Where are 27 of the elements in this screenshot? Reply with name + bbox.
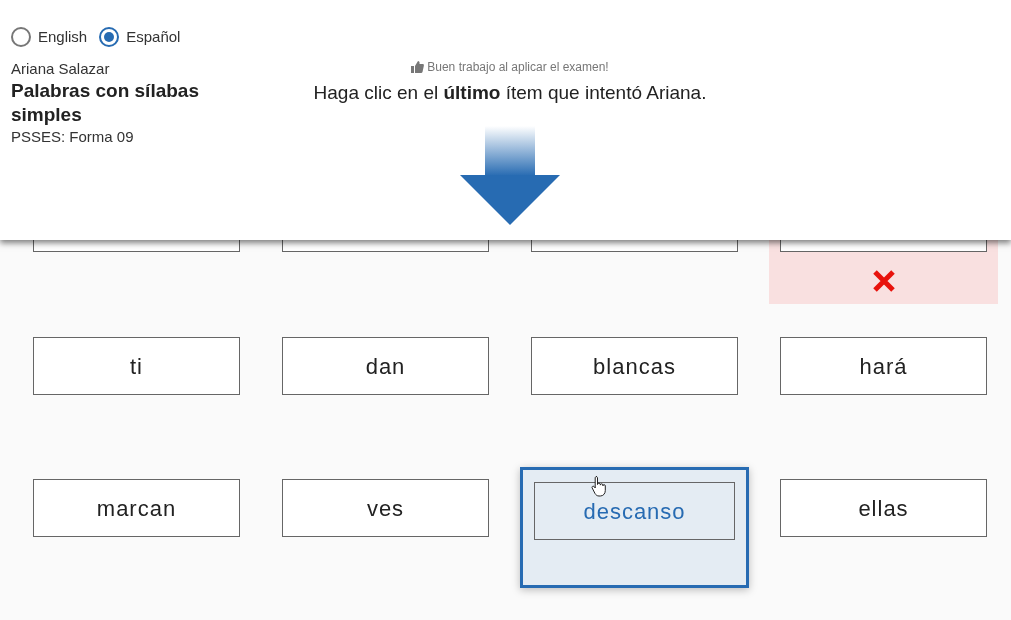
selected-cell[interactable]: descanso bbox=[520, 467, 749, 588]
word-card[interactable]: dan bbox=[282, 337, 489, 395]
test-title: Palabras con sílabas simples bbox=[11, 79, 200, 127]
student-name: Ariana Salazar bbox=[11, 59, 111, 79]
word-card[interactable] bbox=[33, 240, 240, 252]
x-icon bbox=[871, 269, 896, 293]
instruction-text: Haga clic en el último ítem que intentó Ariana. bbox=[313, 81, 707, 105]
radio-button[interactable] bbox=[99, 27, 120, 48]
word-card[interactable]: ti bbox=[33, 337, 240, 395]
hand-cursor-icon bbox=[591, 475, 608, 497]
down-arrow-icon bbox=[460, 126, 560, 225]
word-card[interactable]: hará bbox=[780, 337, 987, 395]
word-card[interactable]: marcan bbox=[33, 479, 240, 537]
thumbs-up-icon bbox=[411, 61, 425, 73]
radio-label[interactable]: Español bbox=[126, 26, 181, 49]
word-card[interactable]: ves bbox=[282, 479, 489, 537]
praise-message: Buen trabajo al aplicar el examen! bbox=[427, 59, 609, 76]
word-card[interactable] bbox=[282, 240, 489, 252]
word-card[interactable]: blancas bbox=[531, 337, 738, 395]
form-label: PSSES: Forma 09 bbox=[11, 127, 135, 147]
word-card[interactable] bbox=[531, 240, 738, 252]
word-card[interactable]: ellas bbox=[780, 479, 987, 537]
word-card[interactable]: descanso bbox=[534, 482, 735, 540]
incorrect-cell[interactable] bbox=[769, 240, 998, 304]
radio-button[interactable] bbox=[11, 27, 31, 48]
radio-label[interactable]: English bbox=[38, 26, 88, 49]
word-card[interactable] bbox=[780, 240, 987, 252]
